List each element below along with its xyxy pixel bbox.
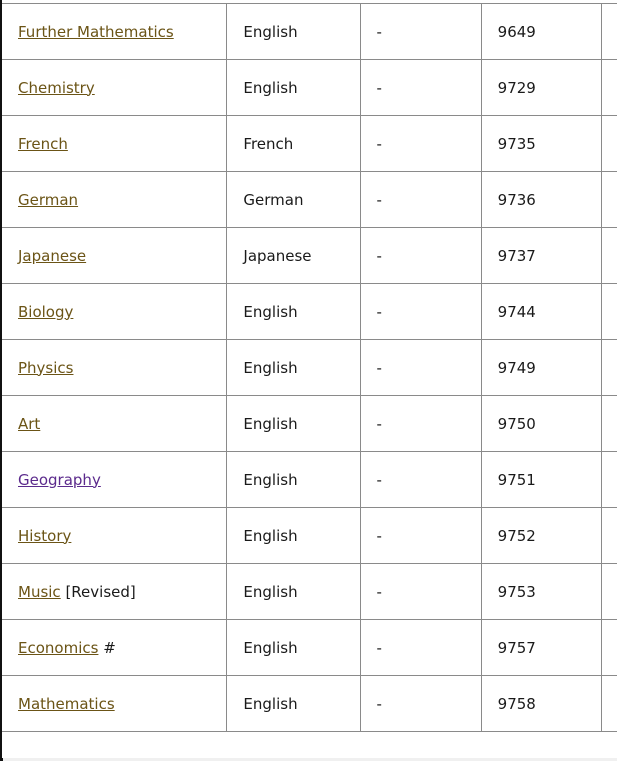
language-cell: English	[226, 283, 361, 340]
subject-cell: French	[2, 115, 228, 172]
trailing-cell	[601, 115, 617, 172]
subject-link[interactable]: Japanese	[18, 247, 86, 265]
extra-cell: -	[359, 619, 482, 676]
table-row: Mathematics English - 9758	[2, 675, 617, 732]
table-row: Geography English - 9751	[2, 451, 617, 508]
subject-link[interactable]: Economics	[18, 639, 98, 657]
trailing-cell	[601, 59, 617, 116]
code-cell: 9649	[480, 3, 603, 60]
extra-cell: -	[359, 563, 482, 620]
subject-suffix: #	[98, 638, 116, 657]
trailing-cell	[601, 619, 617, 676]
subject-cell: German	[2, 171, 228, 228]
subject-cell: Physics	[2, 339, 228, 396]
table-row: German German - 9736	[2, 171, 617, 228]
subject-cell: History	[2, 507, 228, 564]
language-cell: English	[226, 451, 361, 508]
trailing-cell	[601, 563, 617, 620]
code-cell: 9758	[480, 675, 603, 732]
extra-cell: -	[359, 395, 482, 452]
trailing-cell	[601, 3, 617, 60]
subject-link[interactable]: History	[18, 527, 71, 545]
subject-cell: Biology	[2, 283, 228, 340]
trailing-cell	[601, 171, 617, 228]
table-row: Physics English - 9749	[2, 339, 617, 396]
code-cell: 9750	[480, 395, 603, 452]
subject-cell: Music [Revised]	[2, 563, 228, 620]
subject-cell: Geography	[2, 451, 228, 508]
syllabus-table: Further Mathematics English - 9649 Chemi…	[2, 3, 617, 732]
table-row: Music [Revised] English - 9753	[2, 563, 617, 620]
subject-link[interactable]: Further Mathematics	[18, 23, 174, 41]
language-cell: English	[226, 3, 361, 60]
table-row: Japanese Japanese - 9737	[2, 227, 617, 284]
language-cell: English	[226, 563, 361, 620]
trailing-cell	[601, 451, 617, 508]
language-cell: English	[226, 507, 361, 564]
extra-cell: -	[359, 115, 482, 172]
trailing-cell	[601, 395, 617, 452]
subject-link[interactable]: Mathematics	[18, 695, 115, 713]
language-cell: German	[226, 171, 361, 228]
table-row: Further Mathematics English - 9649	[2, 3, 617, 60]
table-row: Chemistry English - 9729	[2, 59, 617, 116]
language-cell: English	[226, 395, 361, 452]
code-cell: 9729	[480, 59, 603, 116]
extra-cell: -	[359, 675, 482, 732]
extra-cell: -	[359, 227, 482, 284]
language-cell: English	[226, 59, 361, 116]
trailing-cell	[601, 283, 617, 340]
subject-link[interactable]: Geography	[18, 471, 101, 489]
code-cell: 9744	[480, 283, 603, 340]
trailing-cell	[601, 227, 617, 284]
extra-cell: -	[359, 451, 482, 508]
subject-suffix: [Revised]	[60, 582, 136, 601]
subject-link[interactable]: Music	[18, 583, 61, 601]
code-cell: 9753	[480, 563, 603, 620]
table-row: French French - 9735	[2, 115, 617, 172]
table-row: Art English - 9750	[2, 395, 617, 452]
extra-cell: -	[359, 59, 482, 116]
extra-cell: -	[359, 171, 482, 228]
code-cell: 9737	[480, 227, 603, 284]
code-cell: 9757	[480, 619, 603, 676]
code-cell: 9751	[480, 451, 603, 508]
language-cell: English	[226, 675, 361, 732]
code-cell: 9736	[480, 171, 603, 228]
subject-cell: Economics #	[2, 619, 228, 676]
code-cell: 9735	[480, 115, 603, 172]
trailing-cell	[601, 675, 617, 732]
subject-link[interactable]: French	[18, 135, 68, 153]
language-cell: English	[226, 339, 361, 396]
code-cell: 9752	[480, 507, 603, 564]
subject-link[interactable]: Physics	[18, 359, 73, 377]
language-cell: English	[226, 619, 361, 676]
extra-cell: -	[359, 283, 482, 340]
extra-cell: -	[359, 507, 482, 564]
extra-cell: -	[359, 3, 482, 60]
subject-cell: Japanese	[2, 227, 228, 284]
trailing-cell	[601, 339, 617, 396]
extra-cell: -	[359, 339, 482, 396]
syllabus-table-container: Further Mathematics English - 9649 Chemi…	[2, 0, 617, 758]
language-cell: Japanese	[226, 227, 361, 284]
subject-cell: Art	[2, 395, 228, 452]
subject-link[interactable]: Biology	[18, 303, 73, 321]
subject-cell: Chemistry	[2, 59, 228, 116]
table-row: History English - 9752	[2, 507, 617, 564]
subject-link[interactable]: Art	[18, 415, 40, 433]
trailing-cell	[601, 507, 617, 564]
subject-cell: Mathematics	[2, 675, 228, 732]
table-row: Economics # English - 9757	[2, 619, 617, 676]
language-cell: French	[226, 115, 361, 172]
code-cell: 9749	[480, 339, 603, 396]
subject-link[interactable]: German	[18, 191, 78, 209]
subject-link[interactable]: Chemistry	[18, 79, 95, 97]
table-row: Biology English - 9744	[2, 283, 617, 340]
subject-cell: Further Mathematics	[2, 3, 228, 60]
